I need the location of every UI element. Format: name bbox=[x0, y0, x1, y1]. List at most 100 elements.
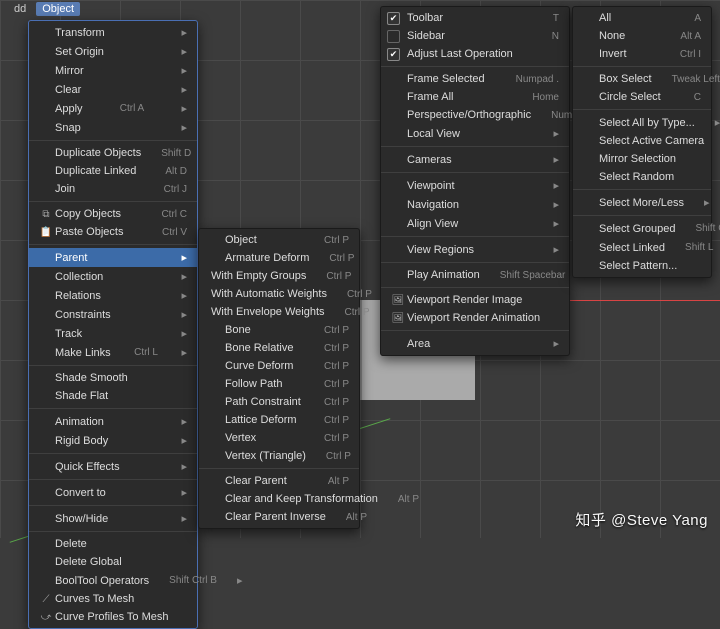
object-item-animation[interactable]: Animation▸ bbox=[29, 412, 197, 431]
menu-item-label: Bone bbox=[225, 324, 251, 336]
menu-item-label: Frame Selected bbox=[407, 73, 485, 85]
checkbox-icon bbox=[387, 48, 400, 61]
menu-item-label: Curve Profiles To Mesh bbox=[55, 611, 169, 623]
parent-item-path-constraint[interactable]: Path ConstraintCtrl P bbox=[199, 393, 359, 411]
submenu-arrow-icon: ▸ bbox=[704, 196, 710, 209]
object-item-set-origin[interactable]: Set Origin▸ bbox=[29, 42, 197, 61]
select-item-select-all-by-type-[interactable]: Select All by Type...▸ bbox=[573, 113, 711, 132]
object-item-snap[interactable]: Snap▸ bbox=[29, 118, 197, 137]
header-item-dd[interactable]: dd bbox=[8, 2, 32, 16]
select-item-select-active-camera[interactable]: Select Active Camera bbox=[573, 132, 711, 150]
menu-item-label: Box Select bbox=[599, 73, 652, 85]
view-item-frame-all[interactable]: Frame AllHome bbox=[381, 88, 569, 106]
parent-item-armature-deform[interactable]: Armature DeformCtrl P bbox=[199, 249, 359, 267]
object-item-constraints[interactable]: Constraints▸ bbox=[29, 305, 197, 324]
select-item-select-random[interactable]: Select Random bbox=[573, 168, 711, 186]
object-item-clear[interactable]: Clear▸ bbox=[29, 80, 197, 99]
parent-item-with-envelope-weights[interactable]: With Envelope WeightsCtrl P bbox=[199, 303, 359, 321]
select-item-circle-select[interactable]: Circle SelectC bbox=[573, 88, 711, 106]
parent-item-follow-path[interactable]: Follow PathCtrl P bbox=[199, 375, 359, 393]
object-item-paste-objects[interactable]: 📋Paste ObjectsCtrl V bbox=[29, 223, 197, 241]
shortcut-label: Alt A bbox=[680, 31, 701, 42]
select-item-mirror-selection[interactable]: Mirror Selection bbox=[573, 150, 711, 168]
object-item-join[interactable]: JoinCtrl J bbox=[29, 180, 197, 198]
menu-item-label: Delete Global bbox=[55, 556, 122, 568]
menu-separator bbox=[29, 244, 197, 245]
parent-item-clear-parent[interactable]: Clear ParentAlt P bbox=[199, 472, 359, 490]
checkbox-icon bbox=[387, 30, 400, 43]
object-item-convert-to[interactable]: Convert to▸ bbox=[29, 483, 197, 502]
object-item-rigid-body[interactable]: Rigid Body▸ bbox=[29, 431, 197, 450]
select-item-box-select[interactable]: Box SelectTweak Left bbox=[573, 70, 711, 88]
select-item-select-linked[interactable]: Select LinkedShift L▸ bbox=[573, 238, 711, 257]
object-item-track[interactable]: Track▸ bbox=[29, 324, 197, 343]
select-item-select-pattern-[interactable]: Select Pattern... bbox=[573, 257, 711, 275]
object-item-booltool-operators[interactable]: BoolTool OperatorsShift Ctrl B▸ bbox=[29, 571, 197, 590]
shortcut-label: Alt P bbox=[346, 512, 367, 523]
menu-item-label: Follow Path bbox=[225, 378, 282, 390]
view-item-adjust-last-operation[interactable]: Adjust Last Operation bbox=[381, 45, 569, 63]
view-item-viewpoint[interactable]: Viewpoint▸ bbox=[381, 176, 569, 195]
view-item-area[interactable]: Area▸ bbox=[381, 334, 569, 353]
view-item-view-regions[interactable]: View Regions▸ bbox=[381, 240, 569, 259]
parent-item-lattice-deform[interactable]: Lattice DeformCtrl P bbox=[199, 411, 359, 429]
object-item-parent[interactable]: Parent▸ bbox=[29, 248, 197, 267]
object-item-collection[interactable]: Collection▸ bbox=[29, 267, 197, 286]
parent-item-with-empty-groups[interactable]: With Empty GroupsCtrl P bbox=[199, 267, 359, 285]
view-item-cameras[interactable]: Cameras▸ bbox=[381, 150, 569, 169]
parent-item-curve-deform[interactable]: Curve DeformCtrl P bbox=[199, 357, 359, 375]
menu-item-label: Delete bbox=[55, 538, 87, 550]
object-item-duplicate-linked[interactable]: Duplicate LinkedAlt D bbox=[29, 162, 197, 180]
parent-item-vertex[interactable]: VertexCtrl P bbox=[199, 429, 359, 447]
object-item-shade-smooth[interactable]: Shade Smooth bbox=[29, 369, 197, 387]
parent-item-object[interactable]: ObjectCtrl P bbox=[199, 231, 359, 249]
parent-item-with-automatic-weights[interactable]: With Automatic WeightsCtrl P bbox=[199, 285, 359, 303]
menu-item-label: View Regions bbox=[407, 244, 474, 256]
parent-item-bone[interactable]: Bone Ctrl P bbox=[199, 321, 359, 339]
view-item-sidebar[interactable]: SidebarN bbox=[381, 27, 569, 45]
parent-item-bone-relative[interactable]: Bone RelativeCtrl P bbox=[199, 339, 359, 357]
object-item-delete-global[interactable]: Delete Global bbox=[29, 553, 197, 571]
submenu-arrow-icon: ▸ bbox=[181, 270, 187, 283]
object-item-show-hide[interactable]: Show/Hide▸ bbox=[29, 509, 197, 528]
view-item-frame-selected[interactable]: Frame SelectedNumpad . bbox=[381, 70, 569, 88]
view-item-perspective-orthographic[interactable]: Perspective/OrthographicNumpad 5 bbox=[381, 106, 569, 124]
parent-item-clear-and-keep-transformation[interactable]: Clear and Keep TransformationAlt P bbox=[199, 490, 359, 508]
view-item-navigation[interactable]: Navigation▸ bbox=[381, 195, 569, 214]
menu-item-label: Apply bbox=[55, 103, 83, 115]
select-item-invert[interactable]: InvertCtrl I bbox=[573, 45, 711, 63]
select-item-select-grouped[interactable]: Select GroupedShift G▸ bbox=[573, 219, 711, 238]
menu-item-label: Clear and Keep Transformation bbox=[225, 493, 378, 505]
select-item-select-more-less[interactable]: Select More/Less▸ bbox=[573, 193, 711, 212]
header-item-object[interactable]: Object bbox=[36, 2, 80, 16]
menu-separator bbox=[573, 215, 711, 216]
view-item-local-view[interactable]: Local View▸ bbox=[381, 124, 569, 143]
object-item-quick-effects[interactable]: Quick Effects▸ bbox=[29, 457, 197, 476]
object-item-duplicate-objects[interactable]: Duplicate ObjectsShift D bbox=[29, 144, 197, 162]
object-item-transform[interactable]: Transform▸ bbox=[29, 23, 197, 42]
object-item-make-links[interactable]: Make LinksCtrl L▸ bbox=[29, 343, 197, 362]
view-item-viewport-render-animation[interactable]: 🖼Viewport Render Animation bbox=[381, 309, 569, 327]
object-item-curves-to-mesh[interactable]: ⟋Curves To Mesh bbox=[29, 590, 197, 608]
parent-item-vertex-triangle-[interactable]: Vertex (Triangle)Ctrl P bbox=[199, 447, 359, 465]
shortcut-label: Ctrl P bbox=[324, 325, 349, 336]
parent-item-clear-parent-inverse[interactable]: Clear Parent InverseAlt P bbox=[199, 508, 359, 526]
select-item-all[interactable]: AllA bbox=[573, 9, 711, 27]
shortcut-label: Shift Ctrl B bbox=[169, 575, 217, 586]
shortcut-label: T bbox=[553, 13, 559, 24]
menu-separator bbox=[29, 453, 197, 454]
object-item-copy-objects[interactable]: ⧉Copy ObjectsCtrl C bbox=[29, 205, 197, 223]
view-item-play-animation[interactable]: Play AnimationShift Spacebar bbox=[381, 266, 569, 284]
object-item-shade-flat[interactable]: Shade Flat bbox=[29, 387, 197, 405]
menu-item-label: Paste Objects bbox=[55, 226, 123, 238]
view-item-viewport-render-image[interactable]: 🖼Viewport Render Image bbox=[381, 291, 569, 309]
object-item-apply[interactable]: ApplyCtrl A▸ bbox=[29, 99, 197, 118]
menu-icon: 📋 bbox=[37, 227, 55, 238]
select-item-none[interactable]: NoneAlt A bbox=[573, 27, 711, 45]
menu-item-label: Local View bbox=[407, 128, 460, 140]
view-item-toolbar[interactable]: ToolbarT bbox=[381, 9, 569, 27]
object-item-relations[interactable]: Relations▸ bbox=[29, 286, 197, 305]
object-item-curve-profiles-to-mesh[interactable]: ⤻Curve Profiles To Mesh bbox=[29, 608, 197, 626]
object-item-mirror[interactable]: Mirror▸ bbox=[29, 61, 197, 80]
view-item-align-view[interactable]: Align View▸ bbox=[381, 214, 569, 233]
